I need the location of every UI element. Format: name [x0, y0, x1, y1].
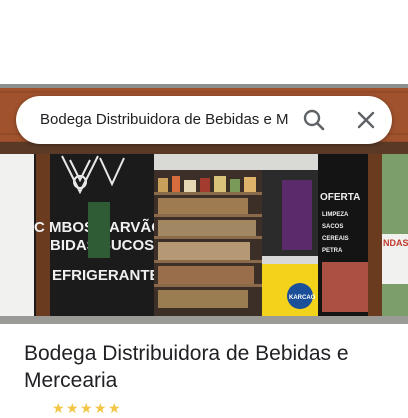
top-blank-area	[0, 0, 408, 84]
sign-right-line-4: CEREAIS	[322, 236, 349, 242]
sign-right-line-1: OFERTA	[320, 192, 360, 203]
star-icon: ★	[94, 400, 107, 416]
sign-left-line-3: EFRIGERANTES	[52, 267, 170, 284]
sign-right-line-2: LIMPEZA	[322, 212, 349, 218]
star-icon: ★	[52, 400, 65, 416]
rating-stars: ★★★★★	[52, 400, 122, 415]
close-icon[interactable]	[352, 106, 380, 134]
sign-right-line-5: PETRA	[322, 248, 343, 254]
sign-right-line-3: SACOS	[322, 224, 343, 230]
star-icon: ★	[108, 400, 121, 416]
search-input[interactable]: Bodega Distribuidora de Bebidas e M	[40, 96, 290, 144]
star-icon: ★	[80, 400, 93, 416]
edge-sign: NDAS	[383, 238, 408, 248]
search-bar[interactable]: Bodega Distribuidora de Bebidas e M	[16, 96, 392, 144]
freezer-brand: KARCAO	[289, 295, 316, 301]
place-title: Bodega Distribuidora de Bebidas e Mercea…	[24, 342, 349, 392]
star-icon: ★	[66, 400, 79, 416]
search-icon[interactable]	[300, 106, 328, 134]
